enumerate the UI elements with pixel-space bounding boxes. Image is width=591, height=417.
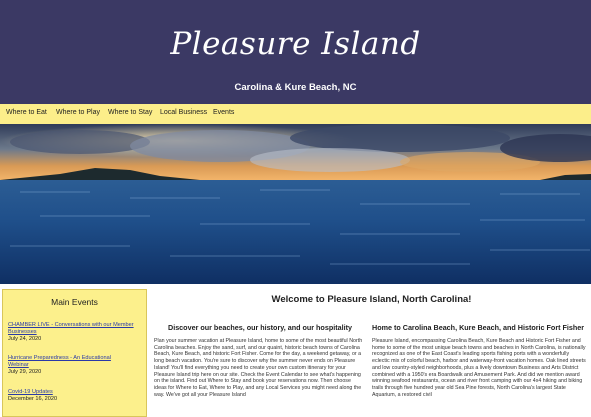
event-link[interactable]: Hurricane Preparedness - An Educational … — [8, 355, 126, 369]
left-column-text: Plan your summer vacation at Pleasure Is… — [154, 338, 363, 398]
main-nav: Where to Eat Where to Play Where to Stay… — [0, 104, 591, 124]
event-item: CHAMBER LIVE - Conversations with our Me… — [8, 322, 138, 342]
main-events-panel: Main Events CHAMBER LIVE - Conversations… — [2, 289, 147, 417]
event-date: July 24, 2020 — [8, 335, 42, 342]
main-events-title: Main Events — [51, 297, 98, 307]
event-item: Covid-19 Updates December 16, 2020 — [8, 389, 138, 403]
event-link[interactable]: CHAMBER LIVE - Conversations with our Me… — [8, 322, 138, 336]
nav-local-business[interactable]: Local Business — [160, 109, 207, 116]
nav-events[interactable]: Events — [213, 109, 234, 116]
event-date: December 16, 2020 — [8, 395, 58, 402]
nav-where-to-stay[interactable]: Where to Stay — [108, 109, 152, 116]
nav-where-to-play[interactable]: Where to Play — [56, 109, 100, 116]
page-title: Welcome to Pleasure Island, North Caroli… — [271, 294, 472, 305]
event-item: Hurricane Preparedness - An Educational … — [8, 355, 126, 375]
event-date: July 29, 2020 — [8, 368, 42, 375]
site-subtitle: Carolina & Kure Beach, NC — [234, 82, 357, 93]
right-column-heading: Home to Carolina Beach, Kure Beach, and … — [372, 323, 585, 332]
hero-image — [0, 124, 591, 284]
ocean-sunset-photo — [0, 124, 591, 284]
left-column-heading: Discover our beaches, our history, and o… — [168, 323, 352, 332]
event-link[interactable]: Covid-19 Updates — [8, 389, 138, 396]
right-column-text: Pleasure Island, encompassing Carolina B… — [372, 338, 586, 398]
site-title[interactable]: Pleasure Island — [0, 26, 591, 62]
site-header: Pleasure Island Carolina & Kure Beach, N… — [0, 0, 591, 104]
nav-where-to-eat[interactable]: Where to Eat — [6, 109, 47, 116]
